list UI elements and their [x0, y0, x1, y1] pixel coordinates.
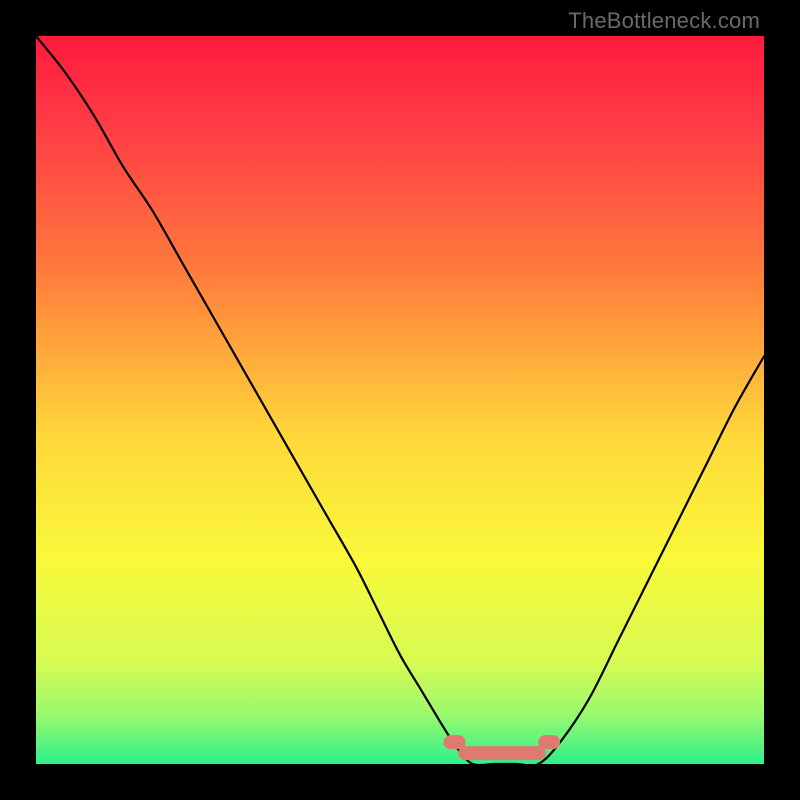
- optimal-band: [458, 746, 545, 760]
- optimal-tick-right: [538, 735, 560, 749]
- chart-frame: [36, 36, 764, 764]
- annotation-group: [444, 735, 560, 760]
- chart-overlay: [36, 36, 764, 764]
- bottleneck-curve: [36, 36, 764, 764]
- attribution-text: TheBottleneck.com: [568, 8, 760, 34]
- optimal-tick-left: [444, 735, 466, 749]
